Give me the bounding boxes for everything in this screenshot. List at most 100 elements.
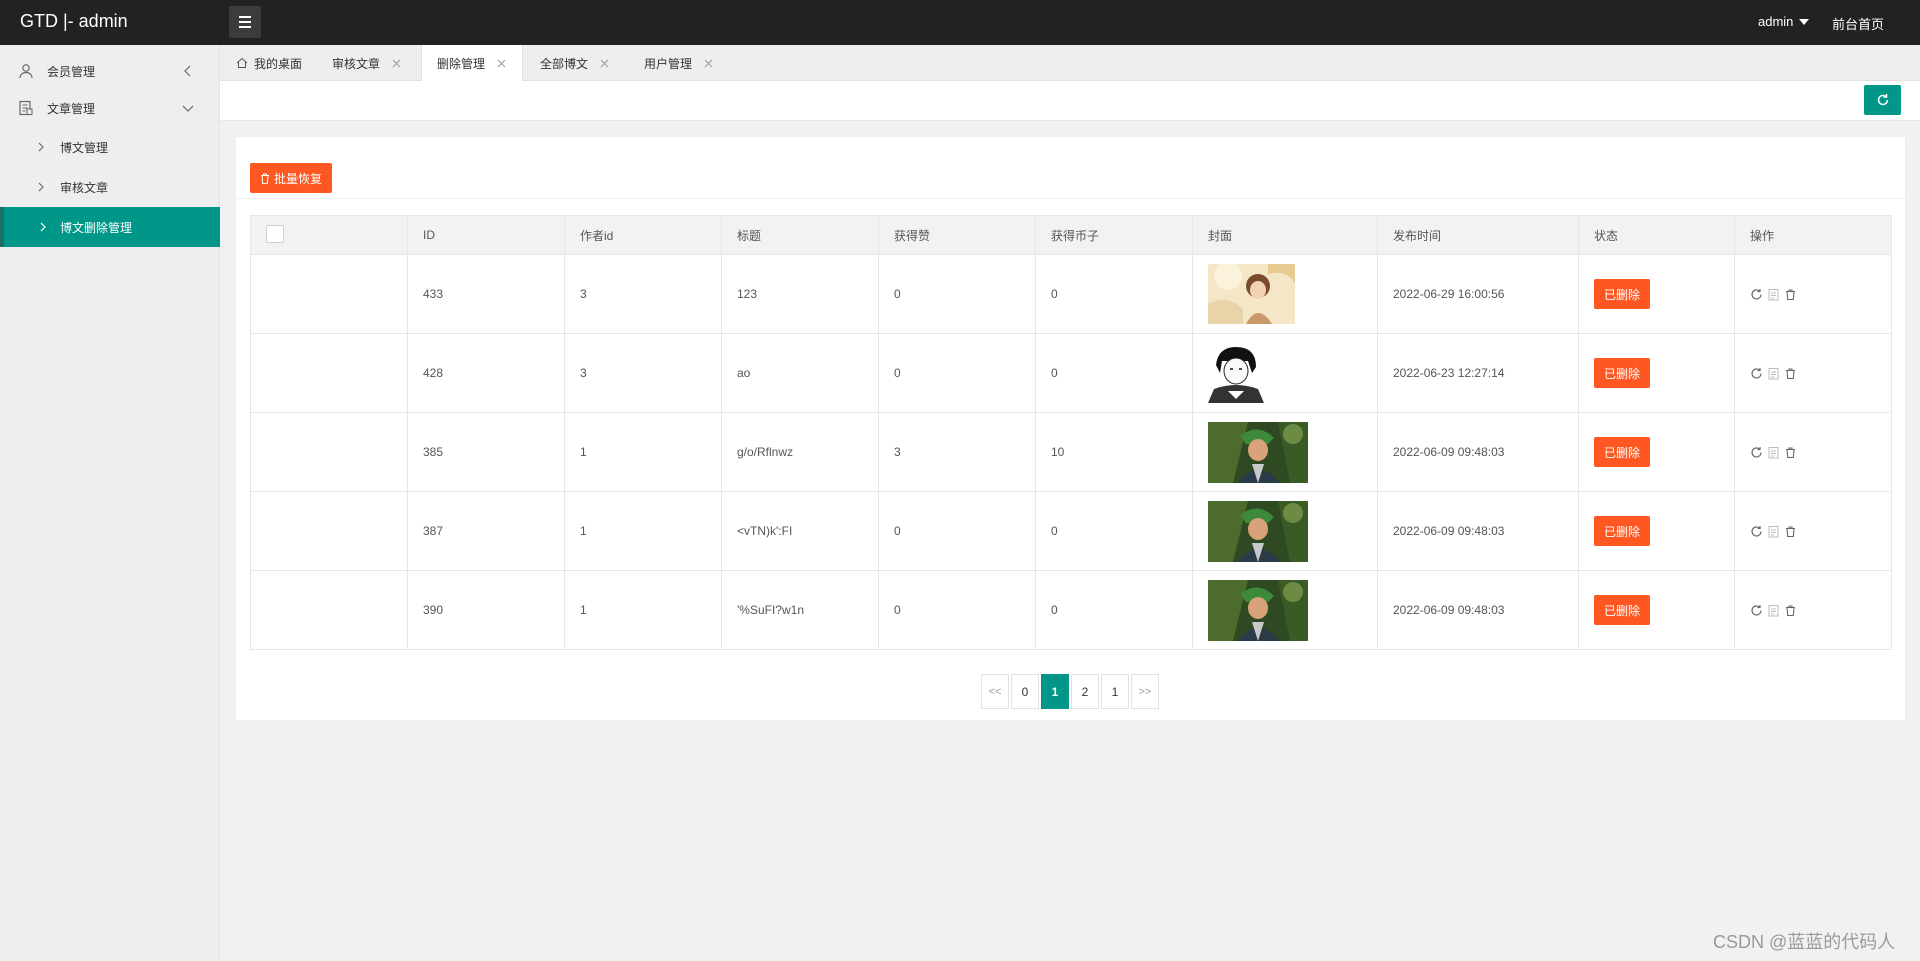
batch-restore-label: 批量恢复 [274, 171, 323, 186]
sidebar-subitem-deleted[interactable]: 博文删除管理 [0, 207, 220, 247]
trash-icon[interactable] [1784, 525, 1797, 538]
column-header[interactable]: 获得币子 [1035, 215, 1193, 255]
tab-all-blogs[interactable]: 全部博文 [540, 45, 609, 81]
page-button[interactable]: 2 [1071, 674, 1099, 709]
trash-icon[interactable] [1784, 446, 1797, 459]
trash-icon[interactable] [1784, 367, 1797, 380]
close-icon[interactable] [497, 59, 506, 68]
sidebar: 会员管理 文章管理 博文管理 审核文章 博文删除管理 [0, 45, 220, 961]
chevron-right-icon [40, 222, 46, 232]
tab-user-manage[interactable]: 用户管理 [644, 45, 713, 81]
column-header[interactable]: 操作 [1734, 215, 1892, 255]
restore-icon[interactable] [1750, 288, 1763, 301]
cover-image-manga-boy [1208, 343, 1264, 403]
trash-icon [261, 173, 269, 184]
cell-title: <vTN)k':FI [721, 491, 879, 571]
page-button[interactable]: 0 [1011, 674, 1039, 709]
cell-author-id: 1 [564, 570, 722, 650]
status-deleted-button[interactable]: 已删除 [1594, 358, 1651, 388]
page-last-button[interactable]: >> [1131, 674, 1159, 709]
cell-id: 433 [407, 254, 565, 334]
restore-icon[interactable] [1750, 446, 1763, 459]
restore-icon[interactable] [1750, 367, 1763, 380]
sidebar-item-label: 会员管理 [47, 64, 96, 79]
select-all-checkbox[interactable] [266, 224, 284, 243]
detail-icon[interactable] [1767, 525, 1780, 538]
cell-status: 已删除 [1578, 254, 1735, 334]
column-header[interactable]: 作者id [564, 215, 722, 255]
table-row[interactable]: 428 3 ao 0 0 2022-06-23 12:27:14 已删除 [250, 333, 1892, 413]
detail-icon[interactable] [1767, 288, 1780, 301]
tab-label: 我的桌面 [254, 56, 303, 71]
table-row[interactable]: 385 1 g/o/Rflnwz 3 10 2022-06-09 09:48:0… [250, 412, 1892, 492]
detail-icon[interactable] [1767, 446, 1780, 459]
detail-icon[interactable] [1767, 367, 1780, 380]
status-deleted-button[interactable]: 已删除 [1594, 516, 1651, 546]
caret-down-icon [1799, 18, 1810, 25]
cell-cover [1192, 254, 1378, 334]
card-header: 批量恢复 [236, 137, 1905, 199]
menu-toggle-button[interactable] [229, 6, 261, 38]
cell-author-id: 1 [564, 491, 722, 571]
refresh-button[interactable] [1864, 85, 1901, 115]
user-menu[interactable]: admin [1758, 14, 1810, 29]
cell-publish-time: 2022-06-09 09:48:03 [1377, 412, 1579, 492]
sidebar-subitem-review[interactable]: 审核文章 [0, 167, 220, 207]
row-checkbox-cell[interactable] [250, 333, 408, 413]
cell-id: 390 [407, 570, 565, 650]
table-row[interactable]: 387 1 <vTN)k':FI 0 0 2022-06-09 09:48:03… [250, 491, 1892, 571]
page-button[interactable]: 1 [1101, 674, 1129, 709]
tab-desktop[interactable]: 我的桌面 [236, 45, 302, 81]
user-icon [19, 64, 33, 79]
column-header[interactable]: 状态 [1578, 215, 1735, 255]
page-current-button[interactable]: 1 [1041, 674, 1069, 709]
sidebar-subitem-blog-manage[interactable]: 博文管理 [0, 127, 220, 167]
table-row[interactable]: 433 3 123 0 0 2022-06-29 16:00:56 已删除 [250, 254, 1892, 334]
cell-title: g/o/Rflnwz [721, 412, 879, 492]
cell-title: '%SuFI?w1n [721, 570, 879, 650]
table-row[interactable]: 390 1 '%SuFI?w1n 0 0 2022-06-09 09:48:03… [250, 570, 1892, 650]
status-deleted-button[interactable]: 已删除 [1594, 595, 1651, 625]
front-page-link[interactable]: 前台首页 [1832, 14, 1884, 33]
row-checkbox-cell[interactable] [250, 570, 408, 650]
trash-icon[interactable] [1784, 604, 1797, 617]
close-icon[interactable] [392, 59, 401, 68]
tab-review[interactable]: 审核文章 [332, 45, 401, 81]
column-header[interactable]: 标题 [721, 215, 879, 255]
cell-actions [1734, 333, 1892, 413]
row-checkbox-cell[interactable] [250, 254, 408, 334]
column-header[interactable]: 获得赞 [878, 215, 1036, 255]
column-header[interactable]: ID [407, 215, 565, 255]
detail-icon[interactable] [1767, 604, 1780, 617]
cell-publish-time: 2022-06-09 09:48:03 [1377, 570, 1579, 650]
cell-actions [1734, 491, 1892, 571]
column-header[interactable]: 封面 [1192, 215, 1378, 255]
cell-status: 已删除 [1578, 333, 1735, 413]
cell-author-id: 3 [564, 333, 722, 413]
content-card: 批量恢复 ID 作者id 标题 获得赞 获得币子 封面 发布时间 状态 操作 4… [235, 136, 1906, 721]
status-deleted-button[interactable]: 已删除 [1594, 279, 1651, 309]
status-deleted-button[interactable]: 已删除 [1594, 437, 1651, 467]
restore-icon[interactable] [1750, 604, 1763, 617]
sidebar-subitem-label: 博文删除管理 [60, 220, 133, 235]
csdn-watermark: CSDN @蓝蓝的代码人 [1713, 932, 1896, 952]
row-checkbox-cell[interactable] [250, 412, 408, 492]
page-first-button[interactable]: << [981, 674, 1009, 709]
home-icon [236, 57, 248, 68]
trash-icon[interactable] [1784, 288, 1797, 301]
column-header[interactable]: 发布时间 [1377, 215, 1579, 255]
sidebar-item-members[interactable]: 会员管理 [0, 53, 220, 89]
cell-likes: 3 [878, 412, 1036, 492]
pagination: << 0 1 2 1 >> [981, 674, 1159, 709]
cell-author-id: 1 [564, 412, 722, 492]
sidebar-item-articles[interactable]: 文章管理 [0, 90, 220, 126]
cell-id: 385 [407, 412, 565, 492]
row-checkbox-cell[interactable] [250, 491, 408, 571]
batch-restore-button[interactable]: 批量恢复 [250, 163, 333, 193]
close-icon[interactable] [704, 59, 713, 68]
close-icon[interactable] [600, 59, 609, 68]
tab-delete-manage[interactable]: 删除管理 [421, 45, 524, 82]
cell-actions [1734, 254, 1892, 334]
cell-status: 已删除 [1578, 570, 1735, 650]
restore-icon[interactable] [1750, 525, 1763, 538]
